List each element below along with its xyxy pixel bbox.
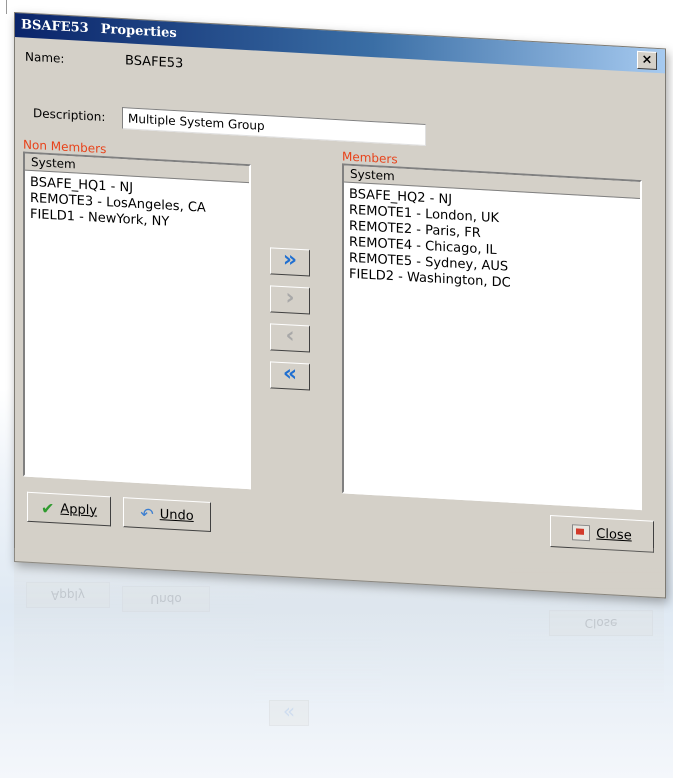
description-field[interactable] [122, 107, 426, 147]
name-label: Name: [25, 49, 65, 66]
members-list[interactable]: System BSAFE_HQ2 - NJ REMOTE1 - London, U… [342, 163, 642, 511]
remove-selected-button[interactable]: ‹ [270, 323, 310, 353]
reflection-apply: Apply [26, 582, 110, 608]
undo-button-label: Undo [159, 506, 194, 524]
undo-icon: ↶ [140, 503, 154, 524]
reflection-remove-all: « [269, 700, 309, 726]
reflection-undo: Undo [122, 586, 210, 612]
check-icon: ✔ [40, 498, 55, 518]
add-all-button[interactable]: » [270, 247, 310, 277]
title-bar[interactable]: BSAFE53 Properties × [15, 13, 665, 74]
close-button[interactable]: Close [550, 514, 654, 553]
corner-mark [6, 0, 7, 14]
window-title-suffix: Properties [100, 21, 177, 42]
members-items: BSAFE_HQ2 - NJ REMOTE1 - London, UK REMOTE… [344, 182, 640, 299]
window-close-button[interactable]: × [637, 50, 657, 70]
undo-button[interactable]: ↶ Undo [123, 497, 211, 533]
apply-button-label: Apply [60, 501, 98, 519]
apply-button[interactable]: ✔ Apply [27, 491, 111, 527]
reflection-close: Close [549, 610, 653, 636]
close-button-label: Close [596, 526, 632, 544]
properties-dialog: BSAFE53 Properties × Name: BSAFE53 Descri… [14, 12, 666, 599]
remove-all-button[interactable]: « [270, 361, 310, 391]
double-left-arrow-icon: « [282, 361, 298, 387]
close-door-icon [572, 524, 591, 542]
window-title: BSAFE53 Properties [21, 17, 177, 41]
right-arrow-icon: › [285, 285, 295, 311]
window-title-name: BSAFE53 [21, 17, 89, 37]
stage: BSAFE53 Properties × Name: BSAFE53 Descri… [0, 0, 673, 778]
non-members-items: BSAFE_HQ1 - NJ REMOTE3 - LosAngeles, CA FI… [25, 171, 249, 236]
description-label: Description: [33, 106, 106, 125]
name-value: BSAFE53 [125, 53, 184, 72]
add-selected-button[interactable]: › [270, 285, 310, 315]
double-right-arrow-icon: » [282, 247, 298, 273]
left-arrow-icon: ‹ [285, 323, 295, 349]
non-members-list[interactable]: System BSAFE_HQ1 - NJ REMOTE3 - LosAngele… [23, 151, 251, 490]
